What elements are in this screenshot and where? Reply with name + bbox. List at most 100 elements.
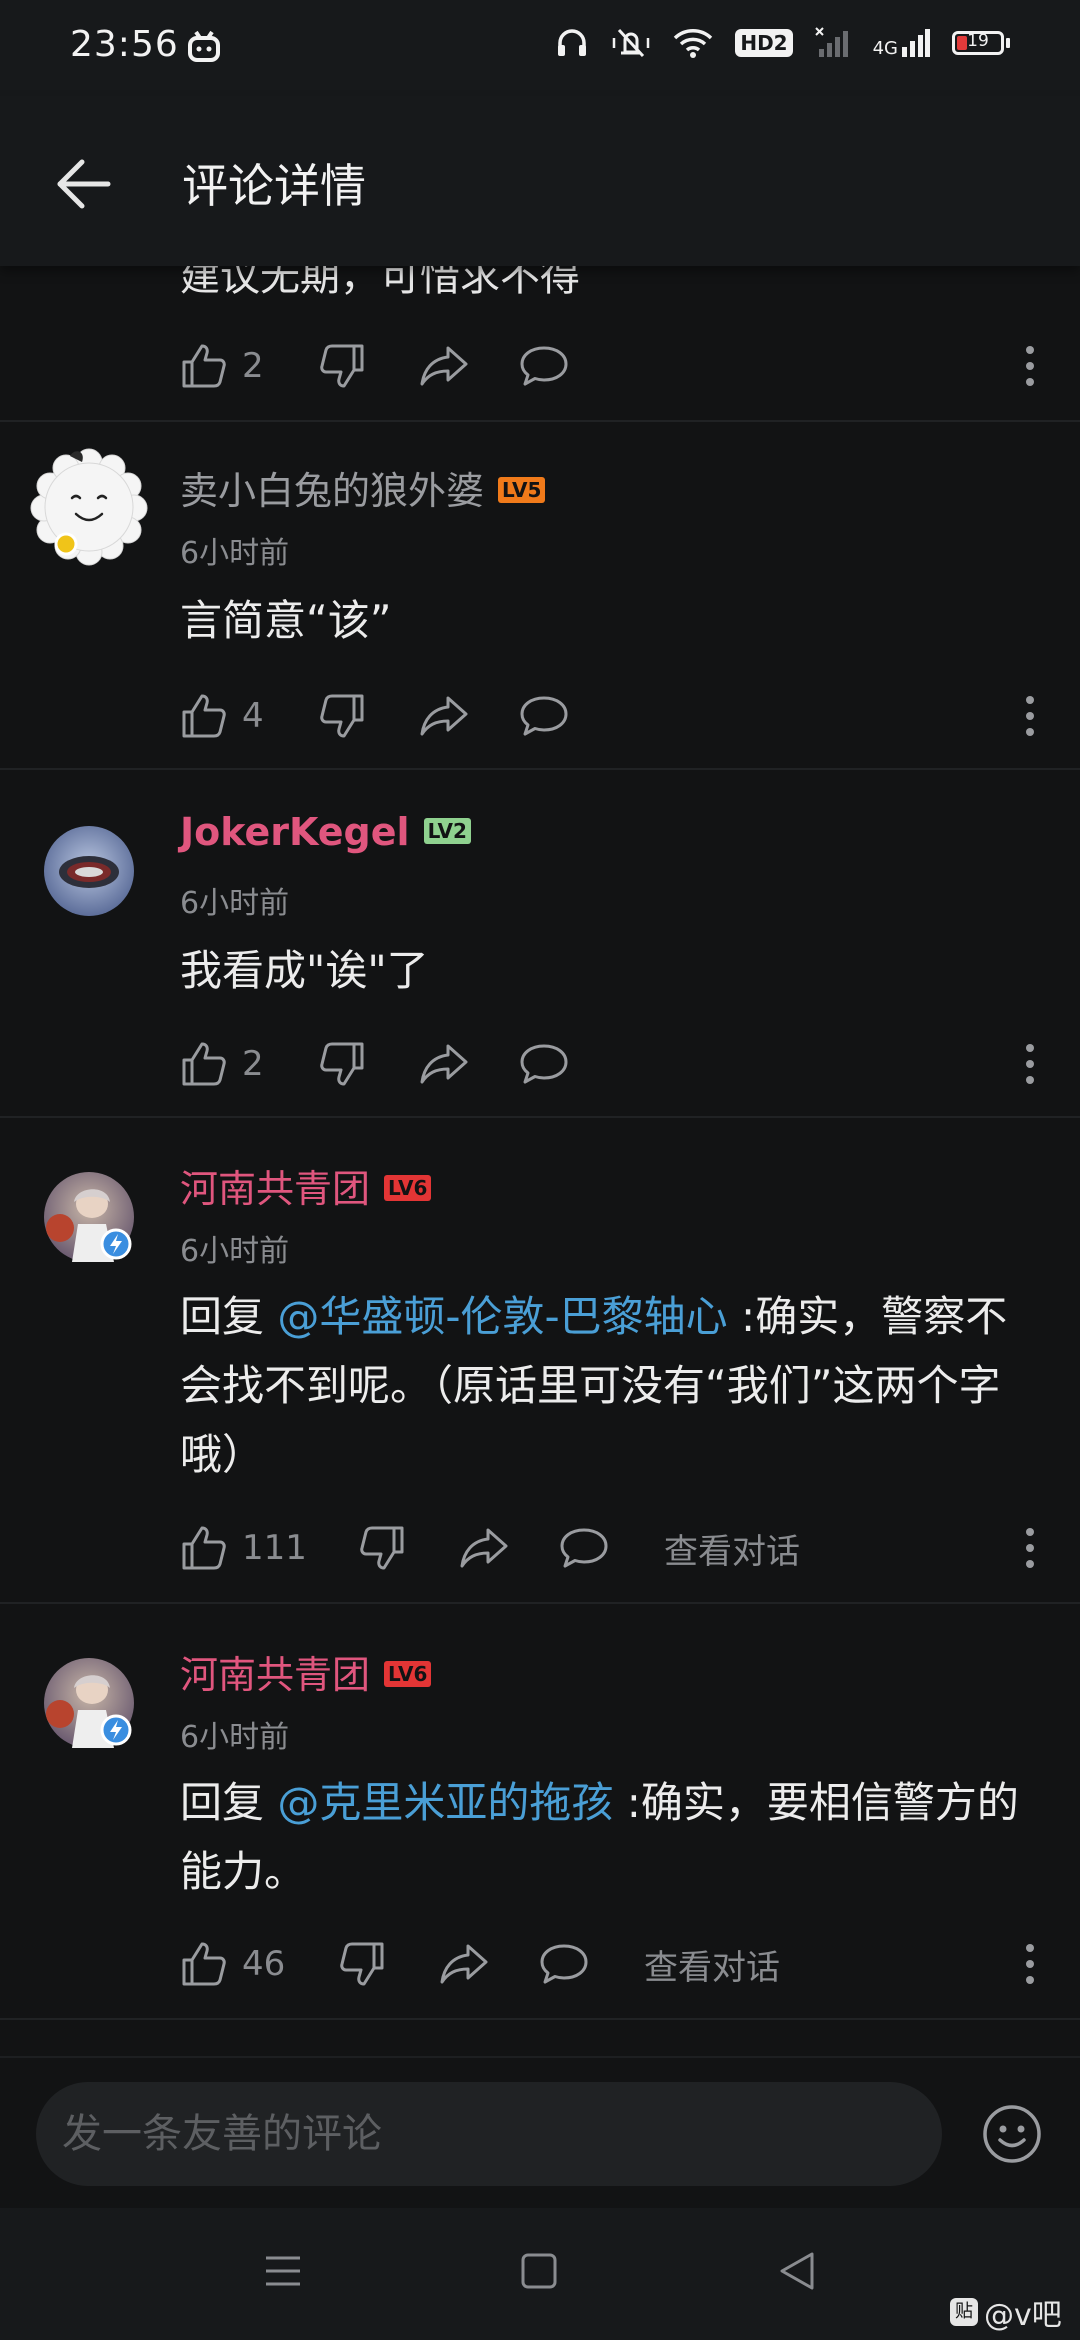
like-button[interactable]: 2 <box>180 336 264 396</box>
mention-link[interactable]: @克里米亚的拖孩 <box>277 1778 613 1827</box>
like-button[interactable]: 2 <box>180 1034 264 1094</box>
dislike-button[interactable] <box>338 1934 386 1994</box>
view-conversation-link[interactable]: 查看对话 <box>644 1934 780 1994</box>
view-conversation-link[interactable]: 查看对话 <box>664 1518 800 1578</box>
like-count: 46 <box>242 1944 286 1984</box>
avatar[interactable] <box>44 1172 134 1262</box>
username[interactable]: 卖小白兔的狼外婆 LV5 <box>180 460 546 515</box>
level-badge: LV6 <box>384 1660 432 1687</box>
comment-item: 河南共青团 LV6 6小时前 回复 @华盛顿-伦敦-巴黎轴心 :确实，警察不会找不… <box>0 1118 1080 1602</box>
more-options-button[interactable] <box>1020 336 1040 400</box>
mute-vibrate-icon <box>613 28 650 58</box>
thumbs-down-icon <box>360 1526 404 1570</box>
more-vertical-icon <box>1026 1528 1034 1568</box>
comment-bubble-icon <box>520 1044 568 1084</box>
status-bar: 23:56 HD2 4G 19 <box>0 0 1080 96</box>
action-row: 2 <box>180 1034 1040 1094</box>
menu-icon <box>266 2256 300 2286</box>
watermark-text: @v吧 <box>984 2298 1062 2333</box>
hd-voice-badge: HD2 <box>735 29 793 57</box>
reply-button[interactable] <box>538 1934 590 1994</box>
username[interactable]: 河南共青团 LV6 <box>180 1158 432 1213</box>
username[interactable]: 河南共青团 LV6 <box>180 1644 432 1699</box>
action-row: 111 查看对话 <box>180 1518 1040 1578</box>
comment-bubble-icon <box>560 1528 608 1568</box>
username[interactable]: JokerKegel LV2 <box>180 810 471 854</box>
recent-apps-button[interactable] <box>262 2250 304 2296</box>
username-text: 河南共青团 <box>180 1167 371 1211</box>
emoji-smile-icon <box>983 2105 1041 2163</box>
divider <box>0 2018 1080 2020</box>
battery-level: 19 <box>967 31 989 51</box>
share-button[interactable] <box>418 686 470 746</box>
home-button[interactable] <box>518 2250 560 2296</box>
dislike-button[interactable] <box>318 336 366 396</box>
share-button[interactable] <box>418 336 470 396</box>
more-options-button[interactable] <box>1020 686 1040 750</box>
reply-prefix: 回复 <box>180 1778 265 1827</box>
like-button[interactable]: 111 <box>180 1518 307 1578</box>
mention-link[interactable]: @华盛顿-伦敦-巴黎轴心 <box>277 1292 727 1341</box>
headphones-icon <box>558 29 587 56</box>
avatar[interactable] <box>30 448 148 566</box>
dislike-button[interactable] <box>358 1518 406 1578</box>
share-icon <box>440 1944 488 1984</box>
action-row: 2 <box>180 336 1040 396</box>
sheep-avatar-icon <box>30 448 148 566</box>
back-button[interactable] <box>52 152 116 216</box>
system-back-button[interactable] <box>776 2248 818 2298</box>
share-button[interactable] <box>438 1934 490 1994</box>
thumbs-down-icon <box>320 694 364 738</box>
level-badge: LV2 <box>423 817 471 844</box>
level-badge: LV5 <box>498 476 546 503</box>
like-button[interactable]: 4 <box>180 686 264 746</box>
user-avatar-icon <box>44 1658 134 1748</box>
app-notification-icon <box>186 30 222 66</box>
dislike-button[interactable] <box>318 686 366 746</box>
dislike-button[interactable] <box>318 1034 366 1094</box>
reply-button[interactable] <box>518 336 570 396</box>
avatar[interactable] <box>44 826 134 916</box>
action-row: 4 <box>180 686 1040 746</box>
comment-list[interactable]: 建议无期，可惜求不得 2 卖小白兔的狼外婆 LV5 6小时前 言简意“该” 4 … <box>0 266 1080 2056</box>
share-button[interactable] <box>458 1518 510 1578</box>
more-vertical-icon <box>1026 696 1034 736</box>
comment-text: 我看成"诶"了 <box>180 946 429 995</box>
more-options-button[interactable] <box>1020 1034 1040 1098</box>
reply-button[interactable] <box>518 1034 570 1094</box>
network-type-label: 4G <box>872 38 898 59</box>
emoji-button[interactable] <box>980 2102 1044 2170</box>
comment-item: 河南共青团 LV6 6小时前 回复 @克里米亚的拖孩 :确实，要相信警方的能力。 … <box>0 1604 1080 2018</box>
reply-prefix: 回复 <box>180 1292 265 1341</box>
more-vertical-icon <box>1026 1044 1034 1084</box>
app-header: 评论详情 <box>0 96 1080 266</box>
tieba-logo-icon: 贴 <box>950 2298 978 2326</box>
username-text: JokerKegel <box>180 810 410 854</box>
comment-text: 回复 @克里米亚的拖孩 :确实，要相信警方的能力。 <box>180 1768 1030 1906</box>
comment-bubble-icon <box>520 696 568 736</box>
status-icons: HD2 4G 19 <box>555 26 1010 60</box>
more-options-button[interactable] <box>1020 1518 1040 1582</box>
comment-text: 言简意“该” <box>180 596 392 645</box>
share-button[interactable] <box>418 1034 470 1094</box>
more-options-button[interactable] <box>1020 1934 1040 1998</box>
reply-button[interactable] <box>518 686 570 746</box>
signal-weak-icon <box>814 27 848 57</box>
timestamp: 6小时前 <box>180 886 290 921</box>
action-row: 46 查看对话 <box>180 1934 1040 1994</box>
timestamp: 6小时前 <box>180 1720 290 1755</box>
comment-bubble-icon <box>520 346 568 386</box>
avatar[interactable] <box>44 1658 134 1748</box>
timestamp: 6小时前 <box>180 536 290 571</box>
signal-4g-icon: 4G <box>873 27 930 59</box>
share-icon <box>460 1528 508 1568</box>
thumbs-up-icon <box>182 344 226 388</box>
comment-input[interactable]: 发一条友善的评论 <box>36 2082 942 2186</box>
status-time: 23:56 <box>70 24 179 65</box>
comment-item: 卖小白兔的狼外婆 LV5 6小时前 言简意“该” 4 <box>0 422 1080 768</box>
reply-button[interactable] <box>558 1518 610 1578</box>
like-button[interactable]: 46 <box>180 1934 285 1994</box>
share-icon <box>420 346 468 386</box>
triangle-back-icon <box>780 2252 814 2290</box>
square-icon <box>521 2253 557 2289</box>
